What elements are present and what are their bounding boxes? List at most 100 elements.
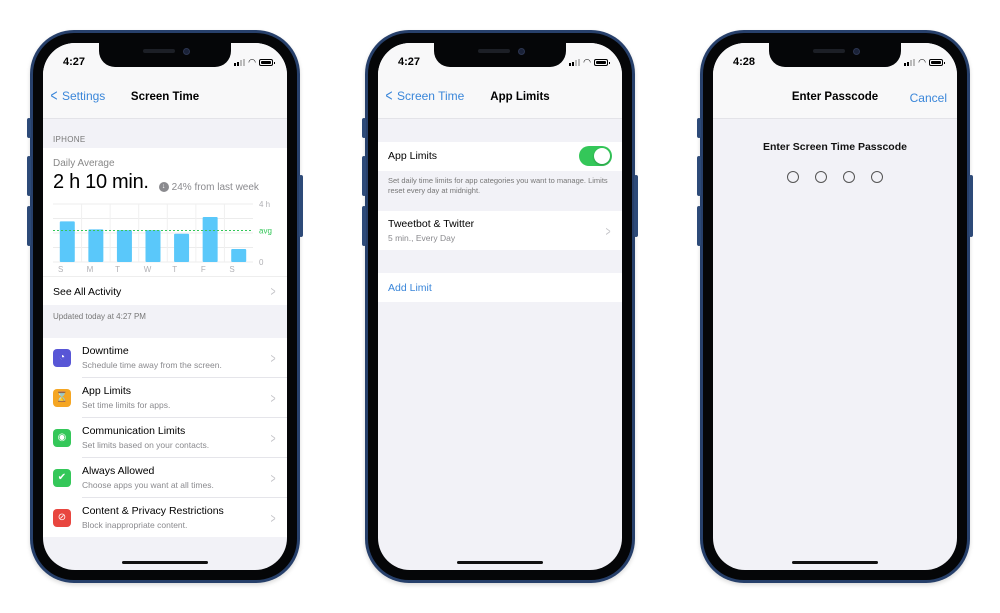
chevron-right-icon: >: [270, 283, 276, 299]
battery-icon: [259, 58, 275, 66]
see-all-activity-label: See All Activity: [53, 286, 122, 298]
row-title: App Limits: [82, 385, 132, 397]
row-subtitle: Set time limits for apps.: [82, 400, 171, 410]
silent-switch: [27, 118, 31, 138]
row-title: Downtime: [82, 345, 129, 357]
daily-average-value: 2 h 10 min.: [53, 171, 149, 193]
settings-row-communication-limits[interactable]: ◉ Communication Limits Set limits based on…: [43, 418, 287, 457]
home-indicator[interactable]: [457, 561, 543, 564]
row-subtitle: Choose apps you want at all times.: [82, 480, 214, 490]
home-indicator[interactable]: [122, 561, 208, 564]
arrow-down-circle-icon: ↓: [158, 182, 169, 192]
passcode-dot: [815, 171, 827, 183]
chart-bar: [231, 248, 247, 262]
row-title: Communication Limits: [82, 425, 186, 437]
power-button: [969, 175, 973, 237]
row-subtitle: Block inappropriate content.: [82, 520, 188, 530]
see-all-activity-row[interactable]: See All Activity >: [43, 276, 287, 305]
chevron-right-icon: >: [605, 222, 611, 239]
signal-icon: [234, 58, 246, 66]
chevron-right-icon: >: [270, 509, 276, 526]
row-subtitle: Schedule time away from the screen.: [82, 360, 222, 370]
add-limit-button[interactable]: Add Limit: [378, 273, 622, 302]
chevron-right-icon: >: [270, 349, 276, 366]
prohibited-icon: ⊘: [53, 508, 71, 527]
passcode-dots[interactable]: [713, 171, 957, 183]
status-time: 4:28: [733, 56, 756, 68]
volume-down-button: [27, 206, 31, 246]
section-header: IPHONE: [53, 135, 86, 144]
nav-bar: < Settings Screen Time: [43, 79, 287, 119]
app-limits-toggle-label: App Limits: [388, 150, 438, 162]
chevron-right-icon: >: [270, 389, 276, 406]
phone-enter-passcode: 4:28 ◠ Enter Passcode Cancel Enter Scree…: [697, 30, 973, 583]
x-tick-label: T: [115, 265, 120, 274]
passcode-prompt: Enter Screen Time Passcode: [763, 141, 907, 153]
downtime-icon: ◔: [53, 348, 71, 367]
nav-title: Screen Time: [130, 91, 200, 103]
silent-switch: [697, 118, 701, 138]
volume-up-button: [697, 156, 701, 196]
app-limits-toggle[interactable]: [579, 146, 612, 166]
x-tick-label: M: [87, 265, 94, 274]
limit-row[interactable]: Tweetbot & Twitter 5 min., Every Day >: [378, 211, 622, 250]
signal-icon: [904, 58, 916, 66]
settings-list: ◔ Downtime Schedule time away from the scr…: [43, 338, 287, 537]
weekly-change: ↓ 24% from last week: [158, 181, 259, 193]
wifi-icon: ◠: [248, 57, 256, 67]
volume-down-button: [362, 206, 366, 246]
home-indicator[interactable]: [792, 561, 878, 564]
limit-subtitle: 5 min., Every Day: [388, 233, 456, 243]
power-button: [299, 175, 303, 237]
weekly-change-text: 24% from last week: [171, 181, 259, 193]
notch: [99, 43, 231, 67]
passcode-dot: [843, 171, 855, 183]
y-tick-label: 4 h: [259, 200, 270, 209]
passcode-dot: [871, 171, 883, 183]
nav-title: App Limits: [490, 91, 550, 103]
wifi-icon: ◠: [918, 57, 926, 67]
wifi-icon: ◠: [583, 57, 591, 67]
settings-row-downtime[interactable]: ◔ Downtime Schedule time away from the scr…: [43, 338, 287, 377]
chart-bar: [202, 217, 218, 262]
app-limits-description: Set daily time limits for app categories…: [388, 176, 608, 195]
chart-bar: [116, 230, 132, 262]
notch: [769, 43, 901, 67]
phone-app-limits: 4:27 ◠ < Screen Time App Limits App Limi…: [362, 30, 638, 583]
x-tick-label: T: [172, 265, 177, 274]
cancel-button[interactable]: Cancel: [910, 91, 947, 105]
x-tick-label: S: [229, 265, 234, 274]
signal-icon: [569, 58, 581, 66]
limit-title: Tweetbot & Twitter: [388, 218, 475, 230]
chevron-right-icon: >: [270, 429, 276, 446]
volume-up-button: [27, 156, 31, 196]
chart-bar: [145, 230, 161, 262]
phone-screen-time: 4:27 ◠ < Settings Screen Time IPHONE Dai…: [27, 30, 303, 583]
checkmark-shield-icon: ✔: [53, 468, 71, 487]
row-title: Always Allowed: [82, 465, 155, 477]
chart-bar: [174, 233, 190, 262]
settings-row-always-allowed[interactable]: ✔ Always Allowed Choose apps you want at a…: [43, 458, 287, 497]
chart-bar: [88, 229, 104, 262]
silent-switch: [362, 118, 366, 138]
x-tick-label: F: [201, 265, 206, 274]
settings-row-app-limits[interactable]: ⌛ App Limits Set time limits for apps. >: [43, 378, 287, 417]
updated-note: Updated today at 4:27 PM: [53, 312, 146, 321]
row-title: Content & Privacy Restrictions: [82, 505, 224, 517]
daily-average-label: Daily Average: [53, 158, 115, 169]
app-limits-toggle-row: App Limits: [378, 142, 622, 171]
status-time: 4:27: [398, 56, 421, 68]
usage-chart: S M T W T F S 4 h avg 0: [53, 200, 272, 274]
chevron-right-icon: >: [270, 469, 276, 486]
volume-up-button: [362, 156, 366, 196]
power-button: [634, 175, 638, 237]
chart-bar: [59, 221, 75, 262]
settings-row-content-privacy-restrictions[interactable]: ⊘ Content & Privacy Restrictions Block ina…: [43, 498, 287, 537]
battery-icon: [594, 58, 610, 66]
nav-bar: Enter Passcode Cancel: [713, 79, 957, 119]
person-circle-icon: ◉: [53, 428, 71, 447]
x-tick-label: S: [58, 265, 63, 274]
volume-down-button: [697, 206, 701, 246]
daily-average-card[interactable]: Daily Average 2 h 10 min. ↓ 24% from las…: [43, 148, 287, 276]
x-tick-label: W: [144, 265, 152, 274]
